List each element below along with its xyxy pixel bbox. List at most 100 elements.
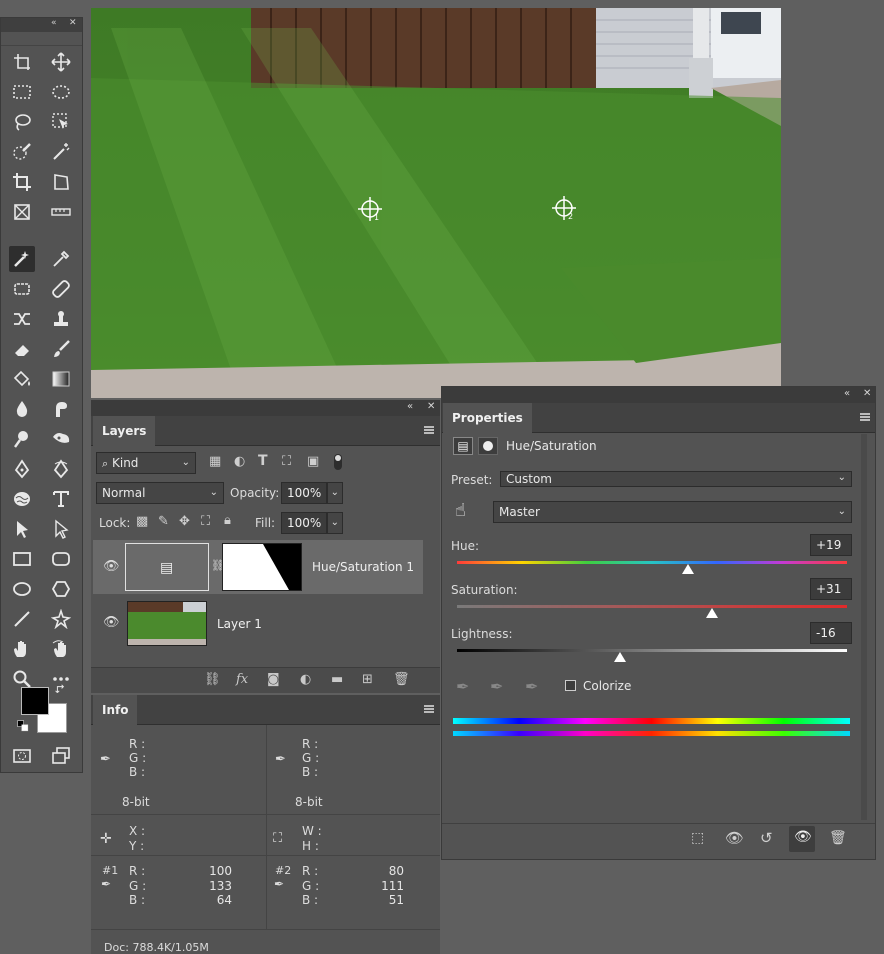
filter-adjustment-icon[interactable]: ◐ [234, 454, 245, 469]
layer-row-hue-saturation[interactable]: 👁︎ ▤ ⛓ Hue/Saturation 1 [93, 540, 423, 594]
visibility-eye-icon[interactable]: 👁︎ [103, 559, 120, 574]
eyedropper-icon[interactable] [48, 246, 74, 272]
quick-selection-icon[interactable] [9, 139, 35, 165]
blend-mode-select[interactable]: Normal ⌄ [96, 482, 224, 504]
artboard-tool-icon[interactable] [9, 49, 35, 75]
adjustment-type-icon[interactable]: ▤ [453, 437, 473, 455]
rectangular-marquee-icon[interactable] [9, 79, 35, 105]
lightness-input[interactable]: -16 [810, 622, 852, 644]
object-selection-icon[interactable] [48, 109, 74, 135]
new-adjustment-icon[interactable]: ◐ [300, 672, 311, 687]
lock-all-icon[interactable]: 🔒︎ [224, 513, 231, 528]
document-canvas[interactable]: 1 2 [91, 8, 781, 398]
tab-info[interactable]: Info [93, 695, 138, 725]
fill-dropdown[interactable]: ⌄ [327, 512, 343, 534]
paint-bucket-icon[interactable] [9, 366, 35, 392]
hue-input[interactable]: +19 [810, 534, 852, 556]
content-aware-move-icon[interactable] [9, 306, 35, 332]
add-mask-icon[interactable]: ◙ [267, 672, 280, 687]
lock-pixels-icon[interactable]: ✎ [158, 514, 169, 529]
close-icon[interactable]: ✕ [863, 388, 871, 399]
rotate-view-icon[interactable] [48, 636, 74, 662]
type-tool-icon[interactable] [48, 486, 74, 512]
screen-mode-icon[interactable] [48, 743, 74, 769]
pen-tool-icon[interactable] [9, 456, 35, 482]
filter-shape-icon[interactable]: ⛶ [282, 454, 291, 469]
frame-tool-icon[interactable] [9, 199, 35, 225]
fx-icon[interactable]: fx [236, 672, 248, 687]
layer-thumbnail[interactable] [127, 601, 207, 646]
fill-input[interactable]: 100% [281, 512, 327, 534]
direct-selection-icon[interactable] [48, 516, 74, 542]
color-replacement-icon[interactable] [9, 246, 35, 272]
properties-panel-bar[interactable]: « ✕ [442, 387, 875, 403]
lock-artboard-icon[interactable]: ⛶ [201, 514, 210, 529]
brain-plugin-icon[interactable] [9, 486, 35, 512]
close-icon[interactable]: ✕ [427, 401, 435, 412]
brush-tool-icon[interactable] [48, 336, 74, 362]
eraser-icon[interactable] [9, 336, 35, 362]
hue-slider-track[interactable] [457, 561, 847, 564]
dodge-tool-icon[interactable] [9, 426, 35, 452]
magic-wand-icon[interactable] [48, 139, 74, 165]
layer-name[interactable]: Layer 1 [217, 617, 262, 631]
mask-icon[interactable] [478, 437, 498, 455]
clip-to-layer-icon[interactable]: ⬚ [691, 830, 704, 846]
lightness-slider-track[interactable] [457, 649, 847, 652]
quick-mask-icon[interactable] [9, 743, 35, 769]
perspective-crop-icon[interactable] [48, 169, 74, 195]
foreground-color-swatch[interactable] [21, 687, 49, 715]
filter-kind-select[interactable]: ⌕ Kind ⌄ [96, 452, 196, 474]
adjustment-thumbnail[interactable]: ▤ [125, 543, 209, 591]
filter-toggle[interactable] [334, 454, 342, 470]
hand-tool-icon[interactable] [9, 636, 35, 662]
layer-name[interactable]: Hue/Saturation 1 [312, 560, 414, 574]
panel-menu-icon[interactable] [860, 413, 870, 421]
visibility-eye-icon[interactable]: 👁︎ [103, 615, 120, 630]
clone-stamp-icon[interactable] [48, 306, 74, 332]
colorize-checkbox[interactable] [565, 680, 576, 691]
rectangle-tool-icon[interactable] [9, 546, 35, 572]
saturation-slider-track[interactable] [457, 605, 847, 608]
layer-row-layer-1[interactable]: 👁︎ Layer 1 [93, 596, 423, 650]
custom-shape-icon[interactable] [48, 606, 74, 632]
hue-slider-thumb[interactable] [682, 564, 694, 574]
view-previous-icon[interactable]: 👁︎ [725, 829, 744, 847]
new-layer-icon[interactable]: ⊞ [362, 672, 373, 687]
lightness-slider-thumb[interactable] [614, 652, 626, 662]
smudge-tool-icon[interactable] [48, 396, 74, 422]
colorize-label[interactable]: Colorize [583, 679, 631, 693]
crop-tool-icon[interactable] [9, 169, 35, 195]
healing-brush-icon[interactable] [48, 276, 74, 302]
eyedropper-plus-icon[interactable]: ✒ [490, 677, 503, 696]
gradient-tool-icon[interactable] [48, 366, 74, 392]
default-colors-icon[interactable] [15, 718, 31, 734]
preset-select[interactable]: Custom ⌄ [500, 471, 852, 487]
channel-select[interactable]: Master ⌄ [493, 501, 852, 523]
toolbar-grip[interactable] [1, 32, 82, 46]
line-tool-icon[interactable] [9, 606, 35, 632]
rounded-rectangle-icon[interactable] [48, 546, 74, 572]
eyedropper-minus-icon[interactable]: ✒ [525, 677, 538, 696]
panel-menu-icon[interactable] [424, 705, 434, 713]
swap-colors-icon[interactable] [53, 681, 69, 697]
curvature-pen-icon[interactable] [48, 456, 74, 482]
delete-layer-icon[interactable]: 🗑︎ [393, 672, 410, 687]
lock-position-icon[interactable]: ✥ [179, 514, 190, 529]
lasso-tool-icon[interactable] [9, 109, 35, 135]
path-selection-icon[interactable] [9, 516, 35, 542]
opacity-input[interactable]: 100% [281, 482, 327, 504]
move-tool-icon[interactable] [48, 49, 74, 75]
saturation-input[interactable]: +31 [810, 578, 852, 600]
collapse-icon[interactable]: « [51, 18, 57, 28]
sampler-marker-1[interactable]: 1 [374, 213, 379, 222]
collapse-icon[interactable]: « [844, 388, 850, 399]
elliptical-marquee-icon[interactable] [48, 79, 74, 105]
filter-pixel-icon[interactable]: ▦ [209, 454, 221, 469]
panel-menu-icon[interactable] [424, 426, 434, 434]
ruler-tool-icon[interactable] [48, 199, 74, 225]
new-group-icon[interactable]: ▬ [331, 672, 343, 687]
close-icon[interactable]: ✕ [69, 18, 77, 28]
layer-mask-thumbnail[interactable] [222, 543, 302, 591]
reset-icon[interactable]: ↺ [760, 829, 773, 847]
